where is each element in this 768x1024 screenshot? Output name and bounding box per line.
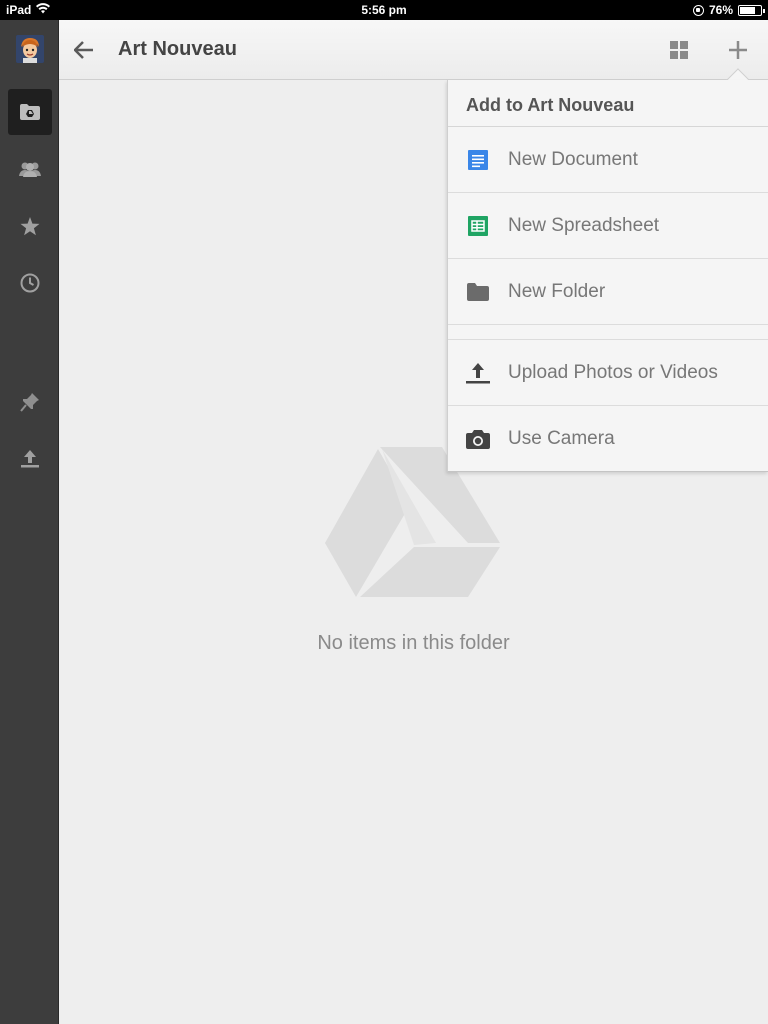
clock-icon xyxy=(20,273,40,293)
battery-icon xyxy=(738,4,765,16)
battery-percent: 76% xyxy=(708,3,733,17)
pin-icon xyxy=(20,393,39,412)
add-menu: Add to Art Nouveau New Document New Spre… xyxy=(447,80,768,472)
sidebar-item-upload[interactable] xyxy=(8,435,52,481)
menu-item-use-camera[interactable]: Use Camera xyxy=(448,406,768,472)
add-button[interactable] xyxy=(723,35,753,65)
drive-folder-icon xyxy=(20,104,40,120)
upload-icon xyxy=(466,362,490,383)
back-button[interactable] xyxy=(71,37,97,63)
sidebar-item-offline[interactable] xyxy=(8,379,52,425)
grid-view-icon xyxy=(670,41,688,59)
sidebar-item-recent[interactable] xyxy=(8,260,52,306)
plus-icon xyxy=(729,41,747,59)
status-right: 76% xyxy=(692,3,765,17)
back-arrow-icon xyxy=(74,41,93,59)
header: Art Nouveau xyxy=(59,20,768,80)
status-time: 5:56 pm xyxy=(361,3,407,17)
menu-item-label: New Document xyxy=(508,148,638,170)
shared-people-icon xyxy=(19,162,41,177)
document-icon xyxy=(468,149,488,170)
avatar[interactable] xyxy=(16,35,44,63)
sidebar-item-my-drive[interactable] xyxy=(8,89,52,135)
menu-item-label: New Spreadsheet xyxy=(508,214,660,236)
menu-title: Add to Art Nouveau xyxy=(448,80,768,127)
menu-item-new-document[interactable]: New Document xyxy=(448,127,768,193)
star-icon xyxy=(20,216,40,235)
status-bar: iPad 5:56 pm 76% xyxy=(0,0,768,20)
menu-separator xyxy=(448,325,768,340)
menu-item-label: Use Camera xyxy=(508,428,615,449)
upload-icon xyxy=(21,450,39,468)
sidebar-item-starred[interactable] xyxy=(8,203,52,249)
menu-item-label: New Folder xyxy=(508,280,606,302)
camera-icon xyxy=(466,429,490,449)
grid-view-button[interactable] xyxy=(665,38,693,62)
sidebar-item-shared[interactable] xyxy=(8,146,52,192)
spreadsheet-icon xyxy=(468,215,488,236)
menu-item-new-spreadsheet[interactable]: New Spreadsheet xyxy=(448,193,768,259)
empty-folder-message: No items in this folder xyxy=(317,632,510,654)
orientation-lock-icon xyxy=(692,4,704,16)
folder-icon xyxy=(467,282,489,301)
menu-item-label: Upload Photos or Videos xyxy=(508,361,718,383)
page-title: Art Nouveau xyxy=(118,38,237,60)
sidebar xyxy=(0,20,59,1024)
menu-item-new-folder[interactable]: New Folder xyxy=(448,259,768,325)
menu-item-upload[interactable]: Upload Photos or Videos xyxy=(448,340,768,406)
